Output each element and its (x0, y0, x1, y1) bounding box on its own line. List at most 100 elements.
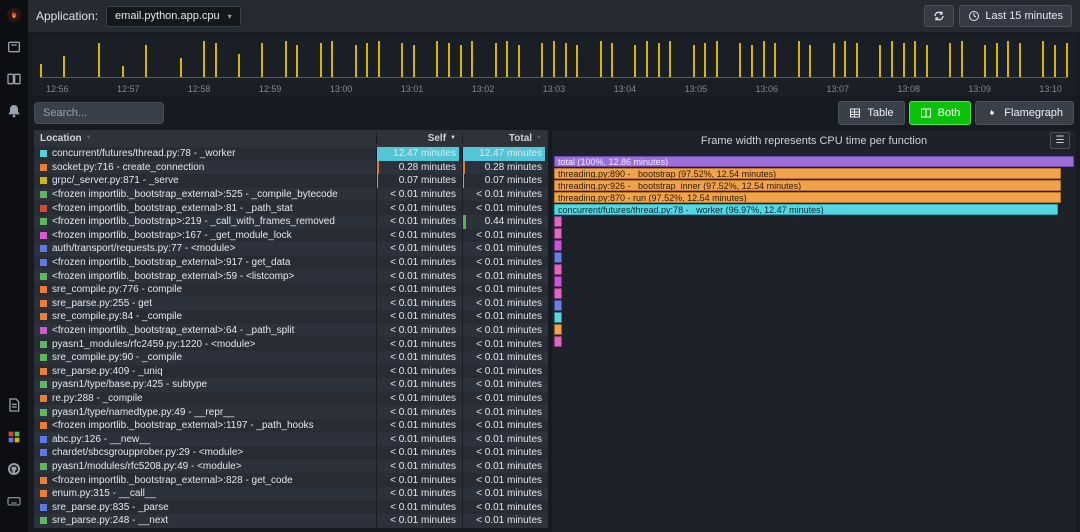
flamegraph-narrow-frame[interactable] (554, 264, 562, 275)
flamegraph-frame[interactable]: total (100%, 12.86 minutes) (554, 156, 1074, 167)
table-row[interactable]: pyasn1/type/namedtype.py:49 - __repr__ < … (34, 405, 548, 419)
self-cell: < 0.01 minutes (376, 514, 462, 528)
timeline-bar (1042, 41, 1044, 77)
self-cell-value: < 0.01 minutes (390, 351, 456, 365)
github-icon[interactable] (5, 460, 23, 478)
docs-icon[interactable] (5, 396, 23, 414)
location-text: <frozen importlib._bootstrap_external>:9… (52, 257, 291, 268)
timeline-bar (611, 43, 613, 77)
table-row[interactable]: sre_parse.py:835 - _parse< 0.01 minutes<… (34, 500, 548, 514)
time-range-button[interactable]: Last 15 minutes (959, 5, 1072, 27)
table-row[interactable]: abc.py:126 - __new__< 0.01 minutes< 0.01… (34, 432, 548, 446)
location-cell: concurrent/futures/thread.py:78 - _worke… (34, 147, 376, 161)
comparison-view-icon[interactable] (5, 70, 23, 88)
timeline-bar (716, 41, 718, 77)
toolbar: Table Both Flamegraph (28, 96, 1080, 130)
timeline-tick-label: 12:59 (259, 84, 282, 94)
total-cell: < 0.01 minutes (462, 351, 548, 365)
keyboard-shortcuts-icon[interactable] (5, 492, 23, 510)
application-select[interactable]: email.python.app.cpu ▾ (106, 6, 241, 27)
table-row[interactable]: re.py:288 - _compile< 0.01 minutes< 0.01… (34, 392, 548, 406)
total-cell: < 0.01 minutes (462, 419, 548, 433)
table-row[interactable]: sre_parse.py:255 - get< 0.01 minutes< 0.… (34, 297, 548, 311)
table-row[interactable]: sre_parse.py:248 - __next< 0.01 minutes<… (34, 514, 548, 528)
flamegraph-frame[interactable]: concurrent/futures/thread.py:78 - _worke… (554, 204, 1058, 215)
flamegraph-narrow-frame[interactable] (554, 324, 562, 335)
view-button-flamegraph[interactable]: Flamegraph (975, 101, 1074, 125)
timeline-bar (460, 45, 462, 77)
location-text: pyasn1_modules/rfc2459.py:1220 - <module… (52, 339, 255, 350)
table-row[interactable]: sre_compile.py:84 - _compile< 0.01 minut… (34, 310, 548, 324)
flamegraph-narrow-frame[interactable] (554, 288, 562, 299)
flamegraph-narrow-frame[interactable] (554, 228, 562, 239)
location-cell: pyasn1/modules/rfc5208.py:49 - <module> (34, 460, 376, 474)
table-row[interactable]: <frozen importlib._bootstrap>:219 - _cal… (34, 215, 548, 229)
table-row[interactable]: sre_compile.py:776 - compile< 0.01 minut… (34, 283, 548, 297)
column-header-self[interactable]: Self (376, 133, 462, 144)
view-button-both[interactable]: Both (909, 101, 972, 125)
single-view-icon[interactable] (5, 38, 23, 56)
self-cell-value: < 0.01 minutes (390, 269, 456, 283)
flamegraph-frame[interactable]: threading.py:870 - run (97.52%, 12.54 mi… (554, 192, 1061, 203)
column-header-total[interactable]: Total (462, 133, 548, 144)
pyroscope-logo[interactable] (5, 6, 23, 24)
table-row[interactable]: chardet/sbcsgroupprober.py:29 - <module>… (34, 446, 548, 460)
location-cell: pyasn1/type/namedtype.py:49 - __repr__ (34, 405, 376, 419)
table-row[interactable]: sre_compile.py:90 - _compile< 0.01 minut… (34, 351, 548, 365)
self-cell: < 0.01 minutes (376, 365, 462, 379)
flamegraph-frame[interactable]: threading.py:890 - _bootstrap (97.52%, 1… (554, 168, 1061, 179)
table-row[interactable]: pyasn1/type/base.py:425 - subtype< 0.01 … (34, 378, 548, 392)
table-row[interactable]: enum.py:315 - __call__< 0.01 minutes< 0.… (34, 487, 548, 501)
flamegraph-narrow-frame[interactable] (554, 216, 562, 227)
total-cell: < 0.01 minutes (462, 405, 548, 419)
flamegraph-narrow-frame[interactable] (554, 252, 562, 263)
table-row[interactable]: <frozen importlib._bootstrap_external>:8… (34, 201, 548, 215)
total-cell-value: 12.47 minutes (479, 147, 542, 161)
table-row[interactable]: <frozen importlib._bootstrap_external>:8… (34, 473, 548, 487)
self-cell-value: < 0.01 minutes (390, 297, 456, 311)
flamegraph-narrow-frame[interactable] (554, 276, 562, 287)
flamegraph-narrow-frame[interactable] (554, 312, 562, 323)
timeline-chart[interactable]: 12:5612:5712:5812:5913:0013:0113:0213:03… (32, 34, 1076, 96)
table-row[interactable]: <frozen importlib._bootstrap>:167 - _get… (34, 229, 548, 243)
both-split-icon (920, 107, 932, 119)
search-input[interactable] (34, 102, 164, 124)
table-row[interactable]: grpc/_server.py:871 - _serve0.07 minutes… (34, 174, 548, 188)
table-row[interactable]: <frozen importlib._bootstrap_external>:6… (34, 324, 548, 338)
hamburger-menu-icon[interactable]: ☰ (1050, 132, 1070, 149)
alerts-bell-icon[interactable] (5, 102, 23, 120)
total-cell-value: < 0.01 minutes (476, 446, 542, 460)
table-row[interactable]: <frozen importlib._bootstrap_external>:9… (34, 256, 548, 270)
timeline-tick-label: 13:04 (614, 84, 637, 94)
table-row[interactable]: concurrent/futures/thread.py:78 - _worke… (34, 147, 548, 161)
flamegraph-frame[interactable]: threading.py:926 - _bootstrap_inner (97.… (554, 180, 1061, 191)
location-text: socket.py:716 - create_connection (52, 162, 204, 173)
plugins-icon[interactable] (5, 428, 23, 446)
table-row[interactable]: <frozen importlib._bootstrap_external>:1… (34, 419, 548, 433)
self-cell: < 0.01 minutes (376, 269, 462, 283)
timeline-bar (366, 43, 368, 77)
self-cell-value: < 0.01 minutes (390, 365, 456, 379)
table-row[interactable]: <frozen importlib._bootstrap_external>:5… (34, 188, 548, 202)
flamegraph-narrow-frame[interactable] (554, 300, 562, 311)
table-row[interactable]: auth/transport/requests.py:77 - <module>… (34, 242, 548, 256)
flamegraph-narrow-frame[interactable] (554, 240, 562, 251)
location-cell: abc.py:126 - __new__ (34, 432, 376, 446)
view-button-table[interactable]: Table (838, 101, 904, 125)
refresh-button[interactable] (924, 5, 954, 27)
total-cell: < 0.01 minutes (462, 283, 548, 297)
total-cell-value: < 0.01 minutes (476, 324, 542, 338)
table-row[interactable]: pyasn1_modules/rfc2459.py:1220 - <module… (34, 337, 548, 351)
total-cell: < 0.01 minutes (462, 446, 548, 460)
column-header-location[interactable]: Location (34, 133, 376, 144)
table-row[interactable]: <frozen importlib._bootstrap_external>:5… (34, 269, 548, 283)
table-row[interactable]: pyasn1/modules/rfc5208.py:49 - <module><… (34, 460, 548, 474)
table-row[interactable]: socket.py:716 - create_connection0.28 mi… (34, 161, 548, 175)
location-text: abc.py:126 - __new__ (52, 434, 150, 445)
total-cell-value: < 0.01 minutes (476, 487, 542, 501)
flamegraph-narrow-frame[interactable] (554, 336, 562, 347)
table-row[interactable]: sre_parse.py:409 - _uniq< 0.01 minutes< … (34, 365, 548, 379)
total-cell-value: < 0.01 minutes (476, 256, 542, 270)
timeline-bar (203, 41, 205, 77)
total-cell: < 0.01 minutes (462, 201, 548, 215)
